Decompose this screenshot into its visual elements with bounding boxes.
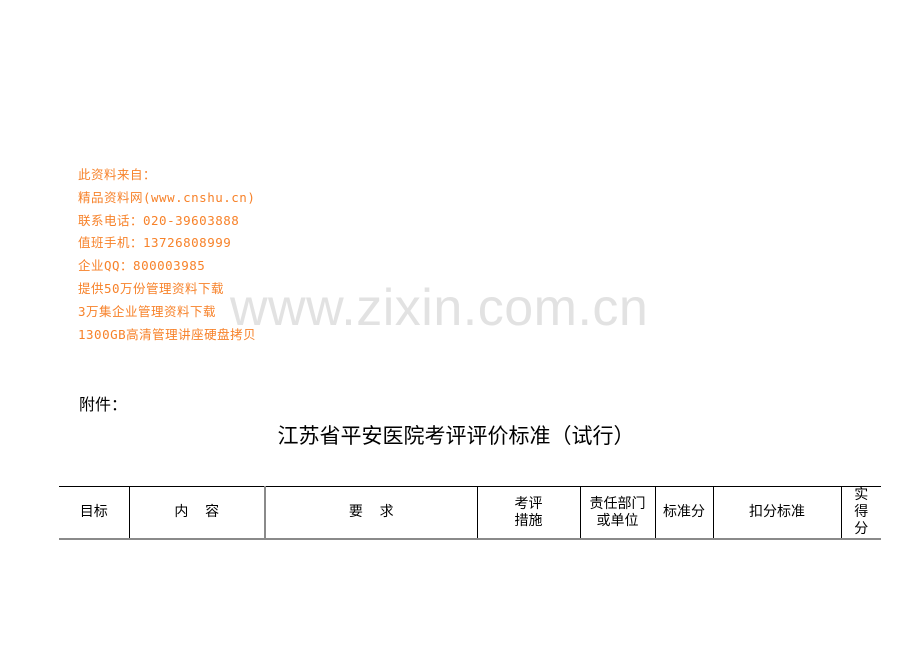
header-content: 内容 — [129, 486, 266, 540]
header-evaluation-measures-line1: 考评 — [514, 495, 543, 512]
source-website: 精品资料网(www.cnshu.cn) — [78, 189, 256, 205]
attachment-label: 附件： — [79, 395, 128, 414]
header-evaluation-measures: 考评 措施 — [477, 486, 581, 540]
header-target-label: 目标 — [79, 504, 108, 520]
header-actual-score-line1: 实 — [854, 487, 869, 503]
watermark: www.zixin.com.cn — [230, 279, 649, 337]
evaluation-table: 目标 内容 要求 考评 措施 责任部门 或单位 标准分 扣分标准 实 得 分 — [59, 486, 881, 540]
header-standard-score: 标准分 — [655, 486, 714, 540]
document-title: 江苏省平安医院考评评价标准（试行） — [277, 424, 635, 448]
header-responsible-dept-line2: 或单位 — [596, 512, 639, 529]
header-deduction-criteria-label: 扣分标准 — [749, 504, 805, 520]
header-responsible-dept: 责任部门 或单位 — [580, 486, 656, 540]
source-heading: 此资料来自： — [78, 167, 157, 182]
header-responsible-dept-line1: 责任部门 — [589, 495, 646, 512]
table-header-row: 目标 内容 要求 考评 措施 责任部门 或单位 标准分 扣分标准 实 得 分 — [59, 486, 881, 540]
header-evaluation-measures-line2: 措施 — [514, 512, 543, 529]
header-actual-score: 实 得 分 — [841, 486, 881, 540]
header-actual-score-line3: 分 — [854, 521, 869, 537]
header-deduction-criteria: 扣分标准 — [713, 486, 842, 540]
header-content-label: 内容 — [174, 504, 236, 520]
header-standard-score-label: 标准分 — [663, 504, 705, 520]
header-actual-score-line2: 得 — [854, 504, 869, 520]
contact-phone: 联系电话：020-39603888 — [78, 212, 240, 228]
header-requirement-label: 要求 — [348, 504, 411, 520]
enterprise-qq: 企业QQ：800003985 — [78, 258, 206, 274]
header-target: 目标 — [59, 486, 130, 540]
header-requirement: 要求 — [265, 486, 478, 540]
duty-mobile: 值班手机：13726808999 — [78, 235, 232, 251]
